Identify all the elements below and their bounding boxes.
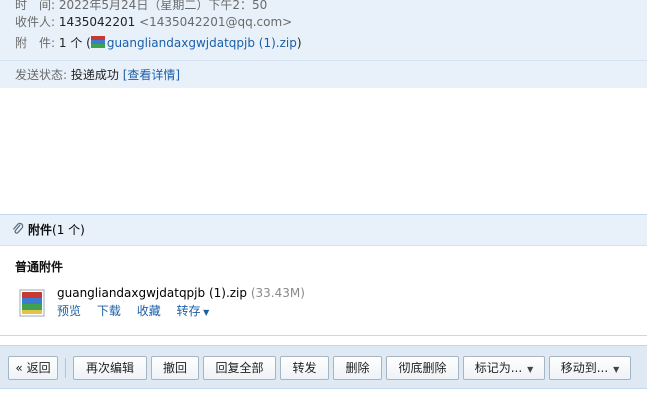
send-status-value: 投递成功 xyxy=(70,68,119,82)
attachment-label: 附 件: xyxy=(15,36,56,50)
attachment-close-paren: ) xyxy=(296,36,302,50)
time-label: 时 间: xyxy=(15,0,56,12)
back-button[interactable]: « 返回 xyxy=(8,356,58,380)
save-to-label: 转存 xyxy=(176,304,201,318)
reedit-button[interactable]: 再次编辑 xyxy=(73,356,147,380)
chevron-down-icon: ▼ xyxy=(613,365,620,374)
delete-forever-button[interactable]: 彻底删除 xyxy=(386,356,459,380)
recipient-name[interactable]: 1435042201 xyxy=(59,15,135,29)
attachment-count: 1 个 ( xyxy=(58,36,91,50)
attachment-row: 附 件: 1 个 ( guangliandaxgwjdatqpjb (1).zip… xyxy=(15,34,302,52)
attachment-item: guangliandaxgwjdatqpjb (1).zip (33.43M) … xyxy=(16,285,616,331)
recipient-row: 收件人: 1435042201 <1435042201@qq.com> xyxy=(15,13,292,31)
reply-all-button[interactable]: 回复全部 xyxy=(203,356,276,380)
attachment-name-line: guangliandaxgwjdatqpjb (1).zip (33.43M) xyxy=(57,285,305,301)
download-link[interactable]: 下载 xyxy=(97,304,121,318)
attachment-filesize: (33.43M) xyxy=(250,286,305,300)
chevron-down-icon: ▼ xyxy=(527,365,534,374)
attachment-total: (1 个) xyxy=(52,223,85,237)
mail-header: 时 间: 2022年5月24日（星期二）下午2：50 收件人: 14350422… xyxy=(0,0,647,88)
attachment-panel-header: 附件(1 个) xyxy=(0,215,647,246)
chevron-down-icon: ▼ xyxy=(200,308,210,317)
delete-button[interactable]: 删除 xyxy=(333,356,382,380)
recipient-label: 收件人: xyxy=(15,15,56,29)
send-status-label: 发送状态: xyxy=(15,68,68,82)
zip-archive-icon[interactable] xyxy=(16,287,48,319)
mark-as-label: 标记为... xyxy=(474,361,523,375)
mark-as-dropdown[interactable]: 标记为... ▼ xyxy=(463,356,545,380)
mail-toolbar: « 返回 再次编辑 撤回 回复全部 转发 删除 彻底删除 标记为... ▼ 移动到… xyxy=(0,345,647,389)
toolbar-divider xyxy=(65,358,66,378)
attachment-filename[interactable]: guangliandaxgwjdatqpjb (1).zip xyxy=(57,286,247,300)
forward-button[interactable]: 转发 xyxy=(280,356,329,380)
send-status-bar: 发送状态: 投递成功 [查看详情] xyxy=(0,60,647,88)
time-row: 时 间: 2022年5月24日（星期二）下午2：50 xyxy=(15,0,267,14)
paperclip-icon xyxy=(13,222,24,234)
normal-attachments-heading: 普通附件 xyxy=(15,260,64,274)
send-status: 发送状态: 投递成功 [查看详情] xyxy=(15,66,180,84)
mail-meta-panel: 时 间: 2022年5月24日（星期二）下午2：50 收件人: 14350422… xyxy=(0,0,647,60)
attachment-title: 附件 xyxy=(28,223,53,237)
save-to-dropdown[interactable]: 转存 ▼ xyxy=(177,304,210,318)
collect-link[interactable]: 收藏 xyxy=(137,304,161,318)
zip-file-icon xyxy=(90,36,105,48)
attachment-link[interactable]: guangliandaxgwjdatqpjb (1).zip xyxy=(107,36,297,50)
move-to-dropdown[interactable]: 移动到... ▼ xyxy=(549,356,631,380)
recall-button[interactable]: 撤回 xyxy=(151,356,199,380)
move-to-label: 移动到... xyxy=(560,361,609,375)
time-value: 2022年5月24日（星期二）下午2：50 xyxy=(58,0,268,12)
view-details-link[interactable]: [查看详情] xyxy=(123,68,180,82)
attachment-actions: 预览 下载 收藏 转存 ▼ xyxy=(57,303,209,321)
preview-link[interactable]: 预览 xyxy=(57,304,81,318)
recipient-email: <1435042201@qq.com> xyxy=(139,15,293,29)
attachment-panel: 附件(1 个) 普通附件 guangliandaxgwjdatqpjb (1).… xyxy=(0,214,647,336)
